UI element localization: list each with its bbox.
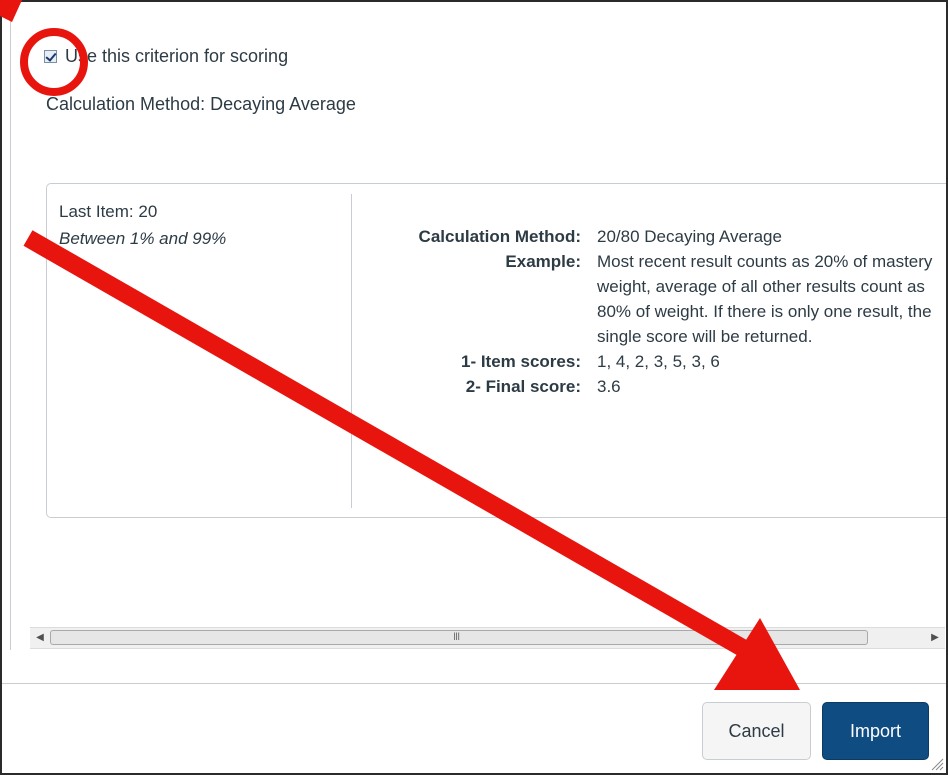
use-criterion-label[interactable]: Use this criterion for scoring	[65, 46, 288, 67]
calculation-details: Calculation Method: 20/80 Decaying Avera…	[357, 224, 946, 399]
use-criterion-row[interactable]: Use this criterion for scoring	[44, 46, 288, 67]
horizontal-scrollbar[interactable]: ◀ III ▶	[30, 627, 945, 649]
calculation-method-text: Calculation Method: Decaying Average	[46, 94, 356, 114]
detail-row: 2- Final score: 3.6	[357, 374, 946, 399]
rating-range: Between 1% and 99%	[59, 229, 227, 248]
scroll-thumb[interactable]: III	[50, 630, 868, 645]
use-criterion-checkbox[interactable]	[44, 50, 57, 63]
detail-value: 1, 4, 2, 3, 5, 3, 6	[597, 352, 720, 371]
detail-row: 1- Item scores: 1, 4, 2, 3, 5, 3, 6	[357, 349, 946, 374]
rating-divider	[351, 194, 352, 508]
left-border-line	[10, 2, 11, 650]
detail-key: 1- Item scores:	[461, 352, 581, 371]
footer-separator	[2, 683, 946, 684]
rating-panel: Last Item: 20 Between 1% and 99% Calcula…	[46, 183, 946, 518]
detail-row: Example: Most recent result counts as 20…	[357, 249, 946, 349]
rating-title: Last Item: 20	[59, 202, 158, 221]
resize-grip-icon[interactable]	[930, 757, 944, 771]
scroll-grip-icon: III	[453, 631, 460, 643]
detail-value: 20/80 Decaying Average	[597, 227, 782, 246]
detail-row: Calculation Method: 20/80 Decaying Avera…	[357, 224, 946, 249]
scroll-left-arrow-icon[interactable]: ◀	[33, 631, 47, 645]
detail-value: Most recent result counts as 20% of mast…	[597, 252, 933, 346]
detail-key: Example:	[505, 252, 581, 271]
detail-key: Calculation Method:	[418, 227, 581, 246]
scroll-right-arrow-icon[interactable]: ▶	[928, 631, 942, 645]
detail-value: 3.6	[597, 377, 621, 396]
import-outcome-dialog: Use this criterion for scoring Calculati…	[0, 0, 948, 775]
detail-key: 2- Final score:	[465, 377, 581, 396]
cancel-button[interactable]: Cancel	[702, 702, 811, 760]
import-button[interactable]: Import	[822, 702, 929, 760]
